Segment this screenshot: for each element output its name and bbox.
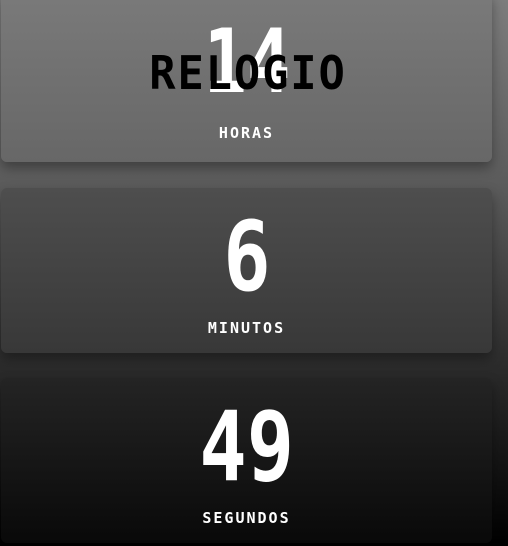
seconds-label: SEGUNDOS — [202, 509, 291, 527]
minutes-label: MINUTOS — [207, 319, 286, 337]
seconds-card: 49 SEGUNDOS — [1, 378, 492, 543]
hours-label: HORAS — [218, 124, 275, 142]
page-title: RELOGIO — [149, 46, 347, 100]
minutes-value: 6 — [222, 201, 271, 313]
seconds-value: 49 — [199, 391, 294, 503]
minutes-card: 6 MINUTOS — [1, 188, 492, 353]
